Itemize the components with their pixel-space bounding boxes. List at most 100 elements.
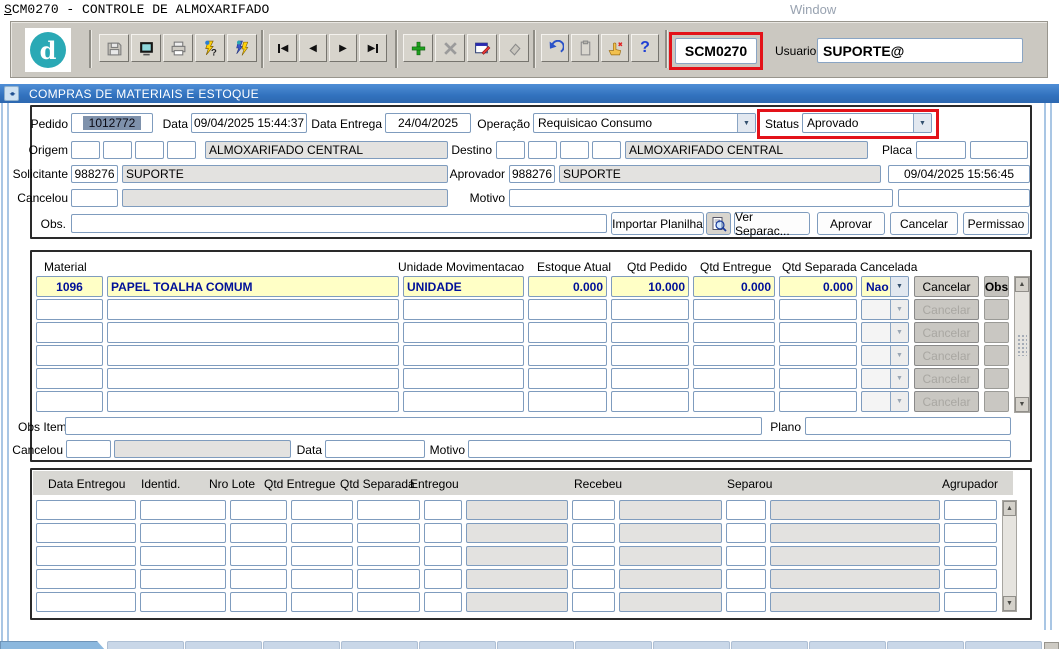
motivo-extra-field[interactable] [898, 189, 1030, 207]
bottom-tab[interactable] [965, 641, 1042, 649]
chevron-down-icon[interactable] [913, 114, 931, 132]
scrollbar-thumb[interactable] [1017, 334, 1027, 356]
delivery-data-entregou-cell[interactable] [36, 523, 136, 543]
qtd-pedido-cell[interactable]: 10.000 [611, 276, 689, 297]
unidade-cell[interactable]: UNIDADE [403, 276, 524, 297]
material-code-cell[interactable] [36, 299, 103, 320]
delivery-recebeu-cell[interactable] [572, 592, 615, 612]
material-name-cell[interactable] [107, 299, 399, 320]
material-name-cell[interactable] [107, 391, 399, 412]
record-action-button[interactable] [601, 34, 629, 62]
obs-item-field[interactable] [65, 417, 762, 435]
qtd-pedido-cell[interactable] [611, 391, 689, 412]
enter-query-button[interactable]: ? [195, 34, 225, 62]
delivery-entregou-cell[interactable] [424, 546, 462, 566]
delivery-qtd-separada-cell[interactable] [357, 592, 420, 612]
materials-scrollbar[interactable] [1014, 276, 1030, 413]
material-code-cell[interactable]: 1096 [36, 276, 103, 297]
delivery-qtd-separada-cell[interactable] [357, 523, 420, 543]
execute-query-button[interactable] [227, 34, 257, 62]
destino-code-2[interactable] [528, 141, 557, 159]
aprovador-code-field[interactable]: 988276 [509, 165, 555, 183]
delivery-data-entregou-cell[interactable] [36, 592, 136, 612]
placa-field-1[interactable] [916, 141, 966, 159]
delivery-recebeu-cell[interactable] [572, 569, 615, 589]
aprovar-button[interactable]: Aprovar [817, 212, 885, 235]
delivery-separou-cell[interactable] [726, 523, 766, 543]
estoque-atual-cell[interactable] [528, 299, 607, 320]
placa-field-2[interactable] [970, 141, 1028, 159]
delivery-nro-lote-cell[interactable] [230, 569, 287, 589]
delivery-scrollbar[interactable] [1002, 500, 1017, 612]
delivery-nro-lote-cell[interactable] [230, 546, 287, 566]
scroll-down-icon[interactable] [1015, 397, 1029, 412]
qtd-separada-cell[interactable] [779, 322, 857, 343]
importar-lookup-button[interactable] [706, 212, 731, 235]
scroll-down-icon[interactable] [1003, 596, 1016, 611]
unidade-cell[interactable] [403, 391, 524, 412]
operacao-combo[interactable]: Requisicao Consumo [533, 113, 756, 133]
delivery-nro-lote-cell[interactable] [230, 523, 287, 543]
delivery-separou-cell[interactable] [726, 500, 766, 520]
window-menu-label[interactable]: Window [790, 2, 836, 17]
item-data-field[interactable] [325, 440, 425, 458]
bottom-tab[interactable] [107, 641, 184, 649]
qtd-entregue-cell[interactable]: 0.000 [693, 276, 775, 297]
delivery-qtd-entregue-cell[interactable] [291, 500, 353, 520]
qtd-separada-cell[interactable] [779, 391, 857, 412]
delivery-agrupador-cell[interactable] [944, 500, 997, 520]
scroll-up-icon[interactable] [1003, 501, 1016, 516]
delivery-agrupador-cell[interactable] [944, 523, 997, 543]
qtd-entregue-cell[interactable] [693, 368, 775, 389]
qtd-entregue-cell[interactable] [693, 391, 775, 412]
last-record-button[interactable] [359, 34, 387, 62]
qtd-entregue-cell[interactable] [693, 299, 775, 320]
row-cancelar-button[interactable]: Cancelar [914, 276, 979, 297]
material-code-cell[interactable] [36, 391, 103, 412]
qtd-entregue-cell[interactable] [693, 322, 775, 343]
module-code-field[interactable]: SCM0270 [675, 38, 757, 64]
delivery-recebeu-cell[interactable] [572, 546, 615, 566]
print-button[interactable] [163, 34, 193, 62]
estoque-atual-cell[interactable] [528, 345, 607, 366]
delivery-nro-lote-cell[interactable] [230, 592, 287, 612]
cancelou-code-field[interactable] [71, 189, 118, 207]
motivo-field[interactable] [509, 189, 893, 207]
delivery-data-entregou-cell[interactable] [36, 546, 136, 566]
edit-record-button[interactable] [467, 34, 497, 62]
bottom-tab[interactable] [419, 641, 496, 649]
estoque-atual-cell[interactable] [528, 391, 607, 412]
delivery-recebeu-cell[interactable] [572, 500, 615, 520]
qtd-separada-cell[interactable] [779, 368, 857, 389]
delivery-agrupador-cell[interactable] [944, 569, 997, 589]
delivery-recebeu-cell[interactable] [572, 523, 615, 543]
permissao-button[interactable]: Permissao [963, 212, 1029, 235]
next-record-button[interactable] [329, 34, 357, 62]
ver-separacao-button[interactable]: Ver Separac... [734, 212, 810, 235]
material-name-cell[interactable] [107, 322, 399, 343]
origem-code-4[interactable] [167, 141, 196, 159]
importar-planilha-button[interactable]: Importar Planilha [611, 212, 704, 235]
help-button[interactable]: ? [631, 34, 659, 62]
material-name-cell[interactable] [107, 368, 399, 389]
delivery-separou-cell[interactable] [726, 546, 766, 566]
qtd-pedido-cell[interactable] [611, 345, 689, 366]
delivery-qtd-entregue-cell[interactable] [291, 546, 353, 566]
solicitante-code-field[interactable]: 988276 [71, 165, 118, 183]
delivery-agrupador-cell[interactable] [944, 592, 997, 612]
delete-record-button[interactable] [435, 34, 465, 62]
estoque-atual-cell[interactable]: 0.000 [528, 276, 607, 297]
undo-button[interactable] [541, 34, 569, 62]
delivery-identid-cell[interactable] [140, 592, 226, 612]
unidade-cell[interactable] [403, 345, 524, 366]
data-entrega-field[interactable]: 24/04/2025 [385, 113, 471, 133]
bottom-tab[interactable] [497, 641, 574, 649]
qtd-pedido-cell[interactable] [611, 322, 689, 343]
save-button[interactable] [99, 34, 129, 62]
qtd-separada-cell[interactable]: 0.000 [779, 276, 857, 297]
usuario-field[interactable]: SUPORTE@ [817, 38, 1023, 63]
aprovacao-datetime-field[interactable]: 09/04/2025 15:56:45 [888, 165, 1030, 183]
material-code-cell[interactable] [36, 345, 103, 366]
delivery-agrupador-cell[interactable] [944, 546, 997, 566]
delivery-qtd-entregue-cell[interactable] [291, 592, 353, 612]
